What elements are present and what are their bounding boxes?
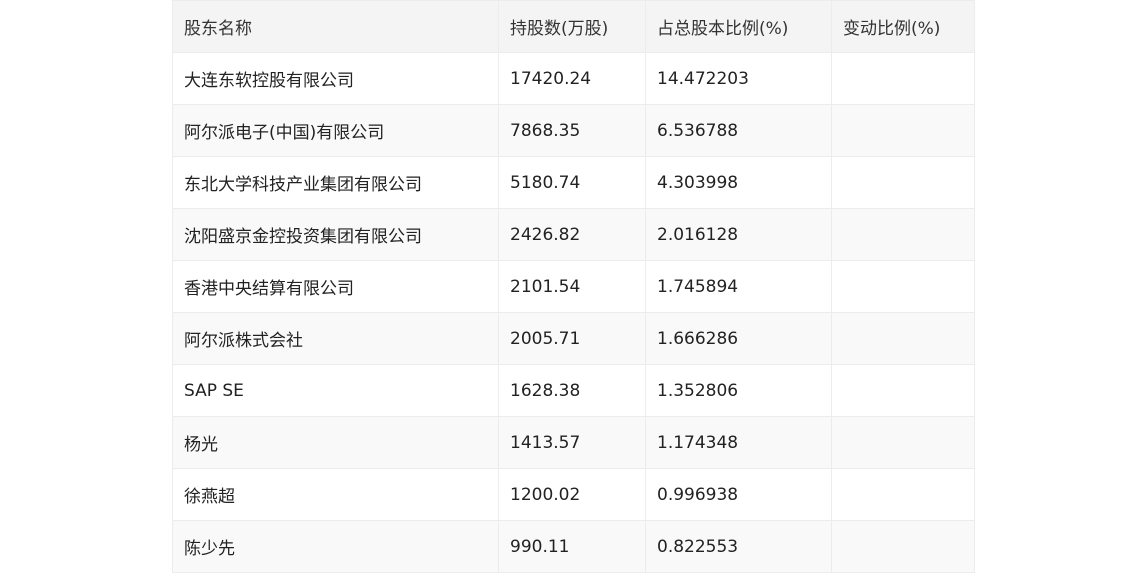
cell-share-ratio: 0.996938	[645, 468, 832, 521]
table-row: 陈少先 990.11 0.822553	[172, 520, 975, 573]
cell-change-ratio	[831, 468, 975, 521]
cell-change-ratio	[831, 104, 975, 157]
cell-share-ratio: 1.352806	[645, 364, 832, 417]
cell-shareholder-name: 陈少先	[172, 520, 499, 573]
cell-change-ratio	[831, 416, 975, 469]
cell-shares-held: 5180.74	[498, 156, 646, 209]
cell-change-ratio	[831, 52, 975, 105]
cell-shares-held: 2426.82	[498, 208, 646, 261]
shareholder-table-container: 股东名称 持股数(万股) 占总股本比例(%) 变动比例(%) 大连东软控股有限公…	[172, 0, 975, 573]
table-row: 阿尔派株式会社 2005.71 1.666286	[172, 312, 975, 365]
cell-share-ratio: 1.666286	[645, 312, 832, 365]
cell-share-ratio: 6.536788	[645, 104, 832, 157]
cell-change-ratio	[831, 312, 975, 365]
cell-shareholder-name: SAP SE	[172, 364, 499, 417]
cell-shares-held: 990.11	[498, 520, 646, 573]
table-row: SAP SE 1628.38 1.352806	[172, 364, 975, 417]
header-shareholder-name: 股东名称	[172, 0, 499, 53]
cell-shares-held: 1628.38	[498, 364, 646, 417]
table-row: 阿尔派电子(中国)有限公司 7868.35 6.536788	[172, 104, 975, 157]
shareholder-table: 股东名称 持股数(万股) 占总股本比例(%) 变动比例(%) 大连东软控股有限公…	[172, 0, 975, 573]
table-row: 杨光 1413.57 1.174348	[172, 416, 975, 469]
cell-shares-held: 2005.71	[498, 312, 646, 365]
cell-change-ratio	[831, 156, 975, 209]
cell-shareholder-name: 香港中央结算有限公司	[172, 260, 499, 313]
cell-change-ratio	[831, 520, 975, 573]
cell-change-ratio	[831, 208, 975, 261]
cell-shareholder-name: 东北大学科技产业集团有限公司	[172, 156, 499, 209]
cell-shareholder-name: 阿尔派电子(中国)有限公司	[172, 104, 499, 157]
cell-share-ratio: 4.303998	[645, 156, 832, 209]
table-header-row: 股东名称 持股数(万股) 占总股本比例(%) 变动比例(%)	[172, 0, 975, 53]
cell-shareholder-name: 阿尔派株式会社	[172, 312, 499, 365]
cell-share-ratio: 1.174348	[645, 416, 832, 469]
cell-share-ratio: 14.472203	[645, 52, 832, 105]
cell-share-ratio: 0.822553	[645, 520, 832, 573]
table-row: 沈阳盛京金控投资集团有限公司 2426.82 2.016128	[172, 208, 975, 261]
cell-shares-held: 7868.35	[498, 104, 646, 157]
header-shares-held: 持股数(万股)	[498, 0, 646, 53]
cell-share-ratio: 2.016128	[645, 208, 832, 261]
cell-share-ratio: 1.745894	[645, 260, 832, 313]
cell-shares-held: 1200.02	[498, 468, 646, 521]
cell-shares-held: 17420.24	[498, 52, 646, 105]
cell-shareholder-name: 徐燕超	[172, 468, 499, 521]
cell-shares-held: 1413.57	[498, 416, 646, 469]
cell-shares-held: 2101.54	[498, 260, 646, 313]
cell-shareholder-name: 沈阳盛京金控投资集团有限公司	[172, 208, 499, 261]
header-change-ratio: 变动比例(%)	[831, 0, 975, 53]
header-share-ratio: 占总股本比例(%)	[645, 0, 832, 53]
table-row: 东北大学科技产业集团有限公司 5180.74 4.303998	[172, 156, 975, 209]
cell-shareholder-name: 杨光	[172, 416, 499, 469]
cell-change-ratio	[831, 364, 975, 417]
table-row: 香港中央结算有限公司 2101.54 1.745894	[172, 260, 975, 313]
cell-shareholder-name: 大连东软控股有限公司	[172, 52, 499, 105]
table-row: 大连东软控股有限公司 17420.24 14.472203	[172, 52, 975, 105]
table-row: 徐燕超 1200.02 0.996938	[172, 468, 975, 521]
cell-change-ratio	[831, 260, 975, 313]
